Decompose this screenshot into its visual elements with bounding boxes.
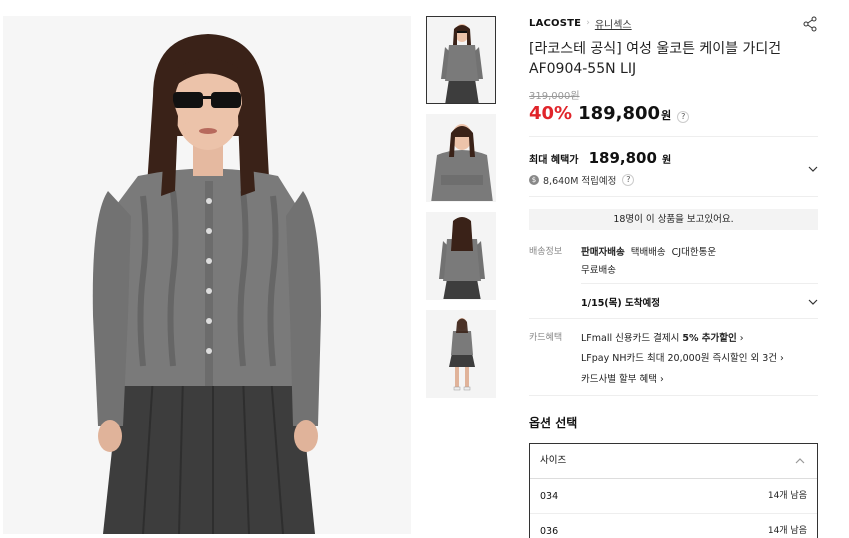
- product-title: [라코스테 공식] 여성 울코튼 케이블 가디건 AF0904-55N LIJ: [529, 39, 818, 79]
- size-select-label: 사이즈: [540, 455, 567, 466]
- points-row: $ 8,640M 적립예정 ?: [529, 173, 818, 187]
- divider: [529, 395, 818, 396]
- price-row: 40% 189,800 원 ?: [529, 103, 818, 124]
- share-icon[interactable]: [802, 16, 818, 32]
- thumbnail-4[interactable]: [426, 310, 496, 398]
- size-option-034[interactable]: 034 14개 남음: [530, 479, 817, 514]
- shipping-fee: 무료배송: [581, 265, 616, 276]
- price-currency: 원: [661, 109, 672, 122]
- shipping-type-seller: 판매자배송: [581, 247, 625, 258]
- category-link[interactable]: 유니섹스: [595, 16, 632, 31]
- card-benefit-label: 카드혜택: [529, 333, 563, 343]
- product-title-line1: [라코스테 공식] 여성 울코튼 케이블 가디건: [529, 41, 782, 57]
- size-option-label: 034: [540, 491, 559, 502]
- thumbnail-3[interactable]: [426, 212, 496, 300]
- question-icon[interactable]: ?: [677, 111, 690, 123]
- mileage-coin-icon: $: [529, 175, 539, 185]
- shipping-methods: 판매자배송 택배배송 CJ대한통운: [581, 244, 722, 258]
- size-option-036[interactable]: 036 14개 남음: [530, 514, 817, 538]
- breadcrumb-separator: ›: [586, 18, 590, 28]
- product-title-line2: AF0904-55N LIJ: [529, 61, 637, 77]
- chevron-down-icon[interactable]: [808, 164, 818, 174]
- benefit-label: 최대 혜택가: [529, 155, 579, 166]
- divider: [529, 196, 818, 197]
- brand-breadcrumb: LACOSTE › 유니섹스: [529, 16, 818, 31]
- size-option-stock: 14개 남음: [767, 526, 807, 536]
- card-benefit-lfmall-text: LFmall 신용카드 결제시: [581, 333, 683, 344]
- discount-rate: 40%: [529, 103, 573, 124]
- thumbnail-list: [426, 16, 496, 408]
- thumbnail-1[interactable]: [426, 16, 496, 104]
- divider: [529, 136, 818, 137]
- card-benefit-lfmall-highlight: 5% 추가할인: [682, 333, 737, 344]
- option-section-title: 옵션 선택: [529, 416, 578, 430]
- card-benefit-lfpay[interactable]: LFpay NH카드 최대 20,000원 즉시할인 외 3건 ›: [581, 350, 784, 364]
- original-price: 319,000원: [529, 91, 580, 102]
- card-benefit-lfmall-arrow: ›: [736, 333, 744, 344]
- size-option-label: 036: [540, 526, 559, 537]
- benefit-currency: 원: [662, 155, 672, 166]
- max-benefit-section[interactable]: 최대 혜택가 189,800 원 $ 8,640M 적립예정 ?: [529, 148, 818, 196]
- shipping-label: 배송정보: [529, 247, 563, 257]
- card-benefit-installment[interactable]: 카드사별 할부 혜택 ›: [581, 371, 664, 385]
- main-product-image: [3, 16, 411, 534]
- shipping-type-parcel: 택배배송: [630, 247, 666, 258]
- viewers-notice: 18명이 이 상품을 보고있어요.: [529, 209, 818, 230]
- chevron-down-icon[interactable]: [808, 297, 818, 307]
- sale-price: 189,800: [578, 103, 661, 124]
- question-icon[interactable]: ?: [622, 174, 635, 186]
- thumbnail-2[interactable]: [426, 114, 496, 202]
- points-text: 8,640M 적립예정: [543, 176, 617, 187]
- size-option-stock: 14개 남음: [767, 491, 807, 501]
- option-select-box: 사이즈 034 14개 남음 036 14개 남음: [529, 443, 818, 538]
- chevron-up-icon: [795, 458, 805, 464]
- shipping-carrier: CJ대한통운: [671, 247, 717, 258]
- arrival-date[interactable]: 1/15(목) 도착예정: [581, 295, 660, 309]
- brand-name[interactable]: LACOSTE: [529, 18, 581, 29]
- divider: [581, 283, 818, 284]
- divider: [529, 318, 818, 319]
- card-benefit-lfmall[interactable]: LFmall 신용카드 결제시 5% 추가할인 ›: [581, 330, 744, 344]
- product-info-panel: LACOSTE › 유니섹스 [라코스테 공식] 여성 울코튼 케이블 가디건 …: [529, 16, 818, 538]
- benefit-price: 189,800: [588, 149, 657, 167]
- size-select-header[interactable]: 사이즈: [530, 444, 817, 479]
